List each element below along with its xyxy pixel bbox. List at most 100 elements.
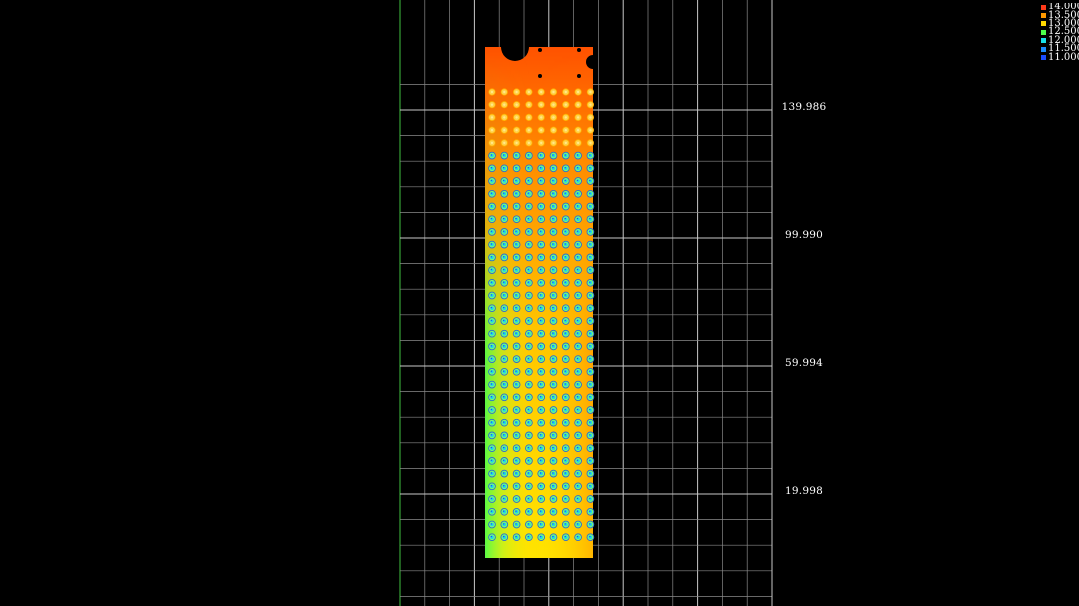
hole xyxy=(525,393,533,402)
hole xyxy=(561,164,570,173)
hole xyxy=(512,189,521,198)
hole xyxy=(525,342,533,351)
hole xyxy=(561,240,570,249)
hole xyxy=(500,469,509,478)
hole xyxy=(574,101,582,109)
hole xyxy=(512,329,521,338)
plate-contour[interactable] xyxy=(485,47,593,558)
hole xyxy=(512,304,521,313)
hole xyxy=(512,444,521,453)
hole xyxy=(549,126,558,134)
hole xyxy=(586,431,595,440)
hole xyxy=(561,533,570,542)
hole xyxy=(500,507,509,516)
hole xyxy=(488,469,496,478)
hole xyxy=(549,278,558,287)
hole xyxy=(525,431,533,440)
hole xyxy=(537,380,546,389)
hole xyxy=(562,126,570,134)
hole xyxy=(561,189,570,198)
legend-swatch xyxy=(1041,55,1046,61)
hole xyxy=(537,266,546,274)
hole xyxy=(488,101,496,109)
hole xyxy=(586,164,595,173)
hole xyxy=(574,329,582,338)
hole xyxy=(549,342,558,351)
hole xyxy=(500,139,508,147)
legend-swatch xyxy=(1041,29,1046,35)
hole xyxy=(525,444,533,453)
hole xyxy=(500,533,509,542)
hole xyxy=(512,278,521,287)
legend-label: 11.000 xyxy=(1048,51,1079,62)
hole xyxy=(586,88,595,96)
hole xyxy=(586,520,595,529)
hole xyxy=(512,533,521,542)
hole xyxy=(549,88,558,96)
hole xyxy=(537,317,546,325)
hole xyxy=(500,482,509,491)
hole xyxy=(488,151,496,160)
hole xyxy=(549,266,558,274)
hole xyxy=(537,228,546,236)
hole xyxy=(549,418,558,427)
hole xyxy=(525,126,533,134)
hole xyxy=(512,253,521,262)
hole xyxy=(549,189,558,198)
hole xyxy=(500,291,509,300)
hole xyxy=(586,507,595,516)
mounting-hole xyxy=(538,48,542,52)
mounting-hole xyxy=(577,48,581,52)
hole xyxy=(549,520,558,529)
hole xyxy=(500,113,508,122)
hole xyxy=(549,151,558,160)
contour-plot-canvas[interactable] xyxy=(0,0,1079,606)
hole xyxy=(488,215,496,224)
hole xyxy=(525,113,533,122)
hole xyxy=(488,533,496,542)
hole xyxy=(488,189,496,198)
hole xyxy=(525,177,533,185)
hole xyxy=(512,418,521,427)
hole xyxy=(574,533,582,542)
hole xyxy=(512,101,521,109)
hole xyxy=(561,380,570,389)
hole xyxy=(500,444,509,453)
hole xyxy=(500,228,509,236)
hole xyxy=(488,88,496,96)
hole xyxy=(537,482,546,491)
hole xyxy=(537,202,546,211)
hole xyxy=(574,380,582,389)
hole xyxy=(562,101,570,109)
hole xyxy=(537,457,546,465)
hole xyxy=(586,533,595,542)
hole xyxy=(561,444,570,453)
hole xyxy=(574,317,582,325)
contour-viewport[interactable]: 139.986 99.990 59.994 19.998 14.000 13.5… xyxy=(0,0,1079,606)
hole xyxy=(586,126,595,134)
hole xyxy=(512,457,521,465)
hole xyxy=(574,240,582,249)
hole xyxy=(500,406,509,414)
hole xyxy=(488,495,496,503)
hole xyxy=(512,151,521,160)
hole xyxy=(525,418,533,427)
hole xyxy=(574,126,582,134)
hole xyxy=(586,482,595,491)
hole xyxy=(561,278,570,287)
hole xyxy=(586,406,595,414)
hole xyxy=(500,177,509,185)
hole xyxy=(512,367,521,376)
hole xyxy=(500,342,509,351)
hole xyxy=(525,469,533,478)
hole xyxy=(525,457,533,465)
y-tick-label: 139.986 xyxy=(781,101,827,113)
hole xyxy=(586,202,595,211)
hole xyxy=(537,342,546,351)
hole xyxy=(574,444,582,453)
hole xyxy=(574,457,582,465)
hole xyxy=(512,126,521,134)
hole xyxy=(488,304,496,313)
hole xyxy=(549,291,558,300)
hole xyxy=(561,406,570,414)
